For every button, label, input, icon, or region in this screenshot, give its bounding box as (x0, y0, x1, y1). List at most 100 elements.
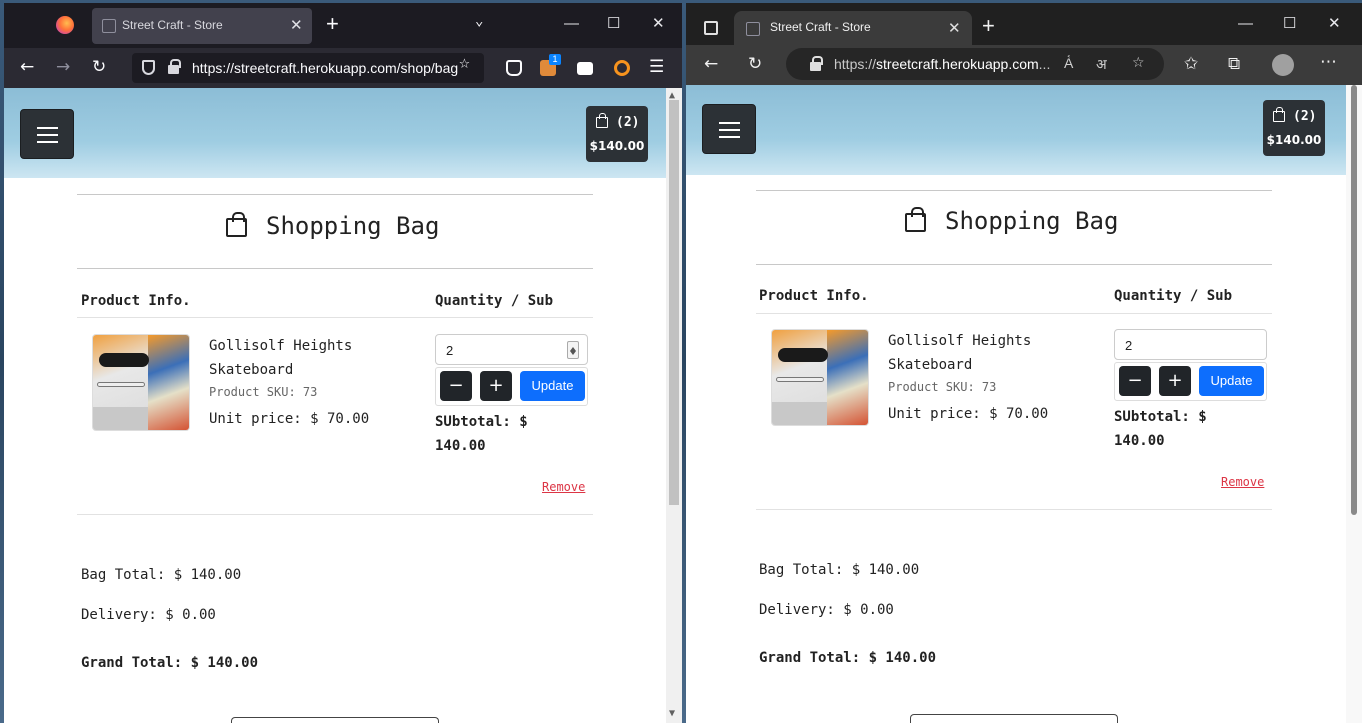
bag-button[interactable]: (2) $140.00 (586, 106, 648, 162)
new-tab-button[interactable]: + (326, 11, 339, 37)
product-image[interactable] (771, 329, 869, 426)
translate-icon[interactable]: अ (1096, 55, 1107, 74)
extension-g-icon[interactable] (614, 60, 630, 76)
product-sku: Product SKU: 73 (209, 385, 318, 399)
bag-icon (1273, 107, 1285, 122)
url-text[interactable]: https://streetcraft.herokuapp.com... (834, 56, 1050, 72)
new-tab-button[interactable]: + (982, 13, 995, 39)
forward-arrow-icon[interactable]: → (56, 57, 70, 77)
bag-count: (2) (1293, 109, 1317, 124)
minimize-button[interactable]: — (564, 15, 579, 32)
item-divider (77, 514, 593, 515)
reload-icon[interactable]: ↻ (748, 54, 762, 74)
tab-favicon-icon (102, 19, 116, 33)
tab-close-icon[interactable]: ✕ (948, 19, 961, 37)
item-subtotal: SUbtotal: $ 140.00 (435, 414, 528, 454)
page-title: Shopping Bag (945, 207, 1119, 235)
close-window-button[interactable]: ✕ (652, 14, 665, 32)
maximize-button[interactable]: ☐ (607, 14, 620, 32)
edge-tab-active[interactable]: Street Craft - Store ✕ (734, 11, 972, 45)
product-sku: Product SKU: 73 (888, 380, 997, 394)
pocket-icon[interactable] (506, 60, 522, 76)
tracking-shield-icon[interactable] (142, 60, 155, 75)
edge-scrollbar[interactable] (1346, 85, 1362, 723)
favorites-icon[interactable]: ✩ (1184, 54, 1198, 74)
settings-more-icon[interactable]: ⋯ (1320, 52, 1337, 72)
grand-total-line: Grand Total: $ 140.00 (81, 655, 259, 671)
tab-title: Street Craft - Store (770, 20, 871, 34)
minimize-button[interactable]: — (1238, 15, 1253, 32)
nav-toggle-button[interactable] (702, 104, 756, 154)
col-header-quantity: Quantity / Sub (1114, 288, 1233, 304)
url-host: streetcraft.herokuapp.com (876, 56, 1039, 72)
site-header: (2) $140.00 (4, 88, 666, 178)
checkout-button[interactable] (910, 714, 1118, 723)
quantity-value: 2 (1125, 338, 1133, 353)
profile-avatar[interactable] (1272, 54, 1294, 76)
update-button[interactable]: Update (520, 371, 585, 401)
bag-count: (2) (616, 115, 640, 130)
scroll-thumb[interactable] (669, 100, 679, 505)
firefox-tab-bar: Street Craft - Store ✕ + ⌄ — ☐ ✕ (4, 3, 682, 48)
quantity-input[interactable]: 2 (435, 334, 588, 365)
reload-icon[interactable]: ↻ (92, 57, 106, 77)
menu-hamburger-icon[interactable]: ☰ (649, 57, 664, 77)
product-image[interactable] (92, 334, 190, 431)
firefox-logo-icon (56, 16, 74, 34)
firefox-scrollbar[interactable]: ▲ ▼ (666, 88, 682, 723)
collections-icon[interactable]: ⧉ (1228, 54, 1240, 74)
update-button[interactable]: Update (1199, 366, 1264, 396)
tab-title: Street Craft - Store (122, 18, 223, 32)
quantity-input[interactable]: 2 (1114, 329, 1267, 360)
col-header-quantity: Quantity / Sub (435, 293, 554, 309)
item-subtotal: SUbtotal: $ 140.00 (1114, 409, 1207, 449)
bookmark-star-icon[interactable]: ☆ (459, 52, 470, 73)
quantity-controls: − + Update (1114, 362, 1267, 401)
maximize-button[interactable]: ☐ (1283, 14, 1296, 32)
decrement-button[interactable]: − (440, 371, 472, 401)
read-aloud-icon[interactable]: A᷾ (1064, 55, 1073, 72)
list-all-tabs-icon[interactable]: ⌄ (475, 13, 483, 29)
nav-toggle-button[interactable] (20, 109, 74, 159)
remove-link[interactable]: Remove (542, 480, 585, 494)
shopping-bag-icon (226, 212, 247, 237)
address-bar[interactable]: https://streetcraft.herokuapp.com/shop/b… (132, 53, 484, 83)
increment-button[interactable]: + (480, 371, 512, 401)
increment-button[interactable]: + (1159, 366, 1191, 396)
firefox-tab-active[interactable]: Street Craft - Store ✕ (92, 8, 312, 44)
quantity-spinner[interactable] (567, 341, 579, 359)
decrement-button[interactable]: − (1119, 366, 1151, 396)
product-name: Gollisolf Heights Skateboard (888, 333, 1032, 373)
edge-tab-bar: Street Craft - Store ✕ + — ☐ ✕ (686, 3, 1362, 45)
devtools-extension-icon[interactable] (577, 62, 593, 75)
close-window-button[interactable]: ✕ (1328, 14, 1341, 32)
delivery-line: Delivery: $ 0.00 (759, 602, 894, 618)
table-header-divider (77, 317, 593, 318)
divider (756, 264, 1272, 265)
tab-actions-icon[interactable] (704, 21, 718, 35)
product-name: Gollisolf Heights Skateboard (209, 338, 353, 378)
checkout-button[interactable] (231, 717, 439, 723)
tab-close-icon[interactable]: ✕ (290, 16, 303, 34)
col-header-product: Product Info. (759, 288, 869, 304)
back-arrow-icon[interactable]: ← (704, 54, 718, 74)
divider (756, 190, 1272, 191)
col-header-product: Product Info. (81, 293, 191, 309)
address-bar[interactable]: https://streetcraft.herokuapp.com... A᷾ … (786, 48, 1164, 80)
bag-total: $140.00 (589, 139, 645, 153)
back-arrow-icon[interactable]: ← (20, 57, 34, 77)
scroll-thumb[interactable] (1351, 85, 1357, 515)
bag-button[interactable]: (2) $140.00 (1263, 100, 1325, 156)
bag-total-line: Bag Total: $ 140.00 (759, 562, 920, 578)
lock-icon[interactable] (168, 59, 181, 74)
add-favorite-icon[interactable]: ☆ (1132, 55, 1145, 71)
remove-link[interactable]: Remove (1221, 475, 1264, 489)
lock-icon[interactable] (810, 56, 823, 71)
unit-price: Unit price: $ 70.00 (209, 411, 370, 427)
scroll-down-arrow-icon[interactable]: ▼ (669, 708, 675, 719)
url-prefix: https:// (834, 56, 877, 72)
page-title: Shopping Bag (266, 212, 440, 240)
url-ellipsis: ... (1038, 56, 1051, 72)
url-text[interactable]: https://streetcraft.herokuapp.com/shop/b… (192, 60, 458, 76)
quantity-controls: − + Update (435, 367, 588, 406)
